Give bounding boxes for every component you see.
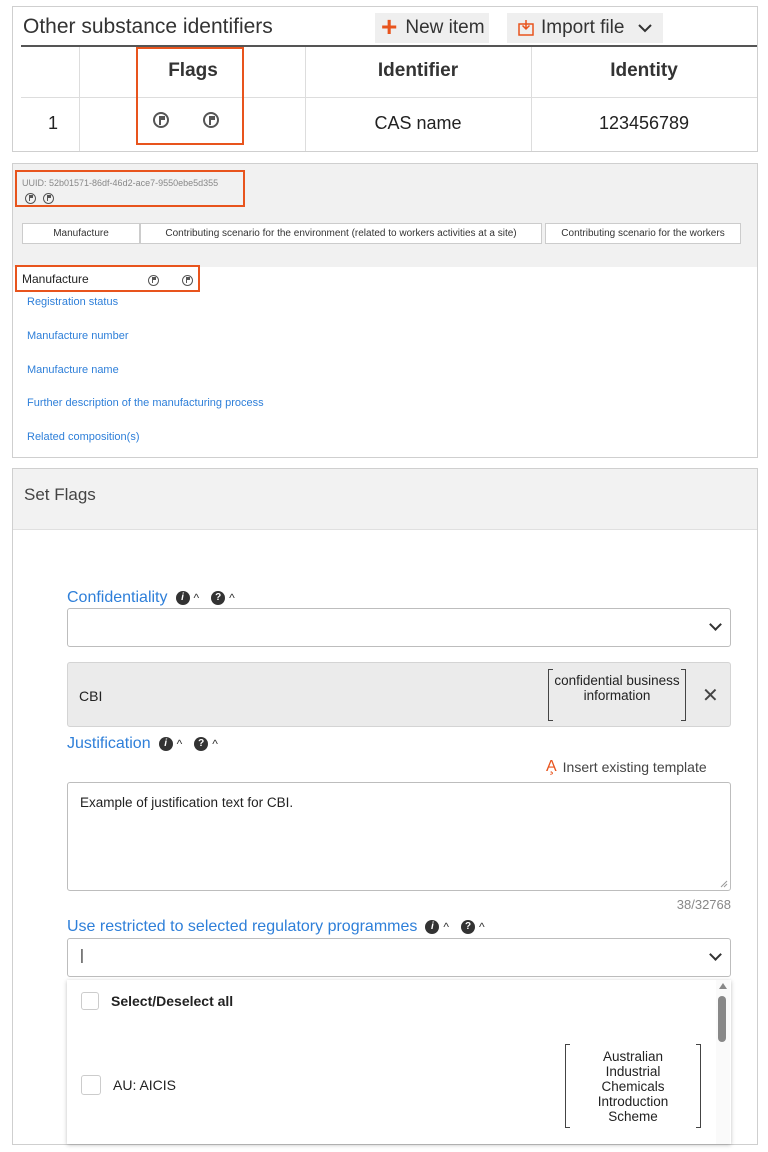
caret-up-icon[interactable]: ^ [177, 737, 183, 751]
scroll-up-icon[interactable] [719, 983, 727, 989]
scrollbar-thumb[interactable] [718, 996, 726, 1042]
option-description: Australian Industrial Chemicals Introduc… [565, 1044, 701, 1128]
caret-up-icon[interactable]: ^ [194, 591, 200, 605]
link-manufacturing-process[interactable]: Further description of the manufacturing… [27, 397, 264, 409]
uuid-highlight [15, 170, 245, 207]
divider [79, 47, 80, 151]
flag-description: confidential business information [548, 669, 686, 721]
panel-title: Set Flags [24, 485, 96, 504]
justification-text: Example of justification text for CBI. [80, 795, 294, 810]
resize-handle-icon[interactable] [720, 880, 728, 888]
template-icon: A̧ [546, 758, 557, 775]
info-icon[interactable]: i [425, 920, 440, 934]
flags-column-highlight [136, 47, 244, 145]
chevron-down-icon[interactable] [709, 948, 722, 961]
substance-identifiers-panel: Other substance identifiers + New item I… [12, 6, 758, 152]
panel-title: Other substance identifiers [23, 15, 273, 38]
insert-template-label: Insert existing template [562, 759, 707, 775]
scrollbar[interactable] [716, 980, 730, 1144]
section-title-highlight [15, 265, 200, 292]
caret-up-icon[interactable]: ^ [443, 920, 449, 934]
header-divider [21, 45, 757, 47]
record-detail-panel: UUID: 52b01571-86df-46d2-ace7-9550ebe5d3… [12, 163, 758, 458]
import-file-button[interactable]: Import file [507, 13, 663, 43]
select-all-checkbox[interactable] [81, 992, 99, 1010]
select-all-label: Select/Deselect all [111, 993, 234, 1009]
import-icon [518, 20, 534, 36]
link-related-compositions[interactable]: Related composition(s) [27, 431, 140, 443]
tab-workers-scenario[interactable]: Contributing scenario for the workers [545, 223, 741, 244]
link-manufacture-name[interactable]: Manufacture name [27, 364, 119, 376]
caret-up-icon[interactable]: ^ [212, 737, 218, 751]
confidentiality-label: Confidentiality i ^ ? ^ [67, 589, 239, 607]
new-item-button[interactable]: + New item [375, 10, 489, 43]
label-text: Justification [67, 735, 151, 752]
link-manufacture-number[interactable]: Manufacture number [27, 330, 129, 342]
remove-icon[interactable]: ✕ [702, 683, 719, 708]
label-text: Use restricted to selected regulatory pr… [67, 918, 418, 935]
set-flags-panel: Set Flags Confidentiality i ^ ? ^ CBI conf… [12, 468, 758, 1145]
info-icon[interactable]: i [158, 737, 173, 751]
list-item[interactable]: AU: AICIS [81, 1075, 176, 1095]
identity-cell: 123456789 [598, 113, 690, 133]
help-icon[interactable]: ? [461, 920, 476, 934]
row-index: 1 [47, 113, 58, 133]
insert-template-button[interactable]: A̧ Insert existing template [546, 758, 707, 776]
column-header-identifier: Identifier [377, 60, 459, 81]
import-label: Import file [541, 17, 625, 38]
chevron-down-icon[interactable] [709, 618, 722, 631]
tab-manufacture[interactable]: Manufacture [22, 223, 140, 244]
divider [21, 97, 757, 98]
flag-code: CBI [79, 688, 103, 704]
confidentiality-select[interactable] [67, 608, 731, 647]
char-counter: 38/32768 [676, 897, 731, 912]
caret-up-icon[interactable]: ^ [479, 920, 485, 934]
identifier-cell: CAS name [374, 113, 462, 133]
select-all-option[interactable]: Select/Deselect all [81, 992, 233, 1010]
caret-up-icon[interactable]: ^ [229, 591, 235, 605]
programmes-label: Use restricted to selected regulatory pr… [67, 918, 489, 936]
option-checkbox[interactable] [81, 1075, 101, 1095]
panel-header [13, 469, 757, 530]
plus-icon: + [381, 10, 398, 42]
help-icon[interactable]: ? [194, 737, 209, 751]
tab-environment-scenario[interactable]: Contributing scenario for the environmen… [140, 223, 542, 244]
text-cursor: | [80, 947, 84, 964]
link-registration-status[interactable]: Registration status [27, 296, 118, 308]
option-code: AU: AICIS [113, 1077, 177, 1093]
help-icon[interactable]: ? [211, 591, 226, 605]
new-item-label: New item [405, 17, 485, 38]
programmes-dropdown: Select/Deselect all AU: AICIS Australian… [67, 980, 731, 1144]
info-icon[interactable]: i [175, 591, 190, 605]
column-header-identity: Identity [610, 60, 678, 81]
selected-flag-item: CBI confidential business information ✕ [67, 662, 731, 727]
programmes-select[interactable]: | [67, 938, 731, 977]
label-text: Confidentiality [67, 589, 168, 606]
justification-label: Justification i ^ ? ^ [67, 735, 222, 753]
chevron-down-icon[interactable] [636, 19, 654, 37]
justification-textarea[interactable]: Example of justification text for CBI. [67, 782, 731, 891]
